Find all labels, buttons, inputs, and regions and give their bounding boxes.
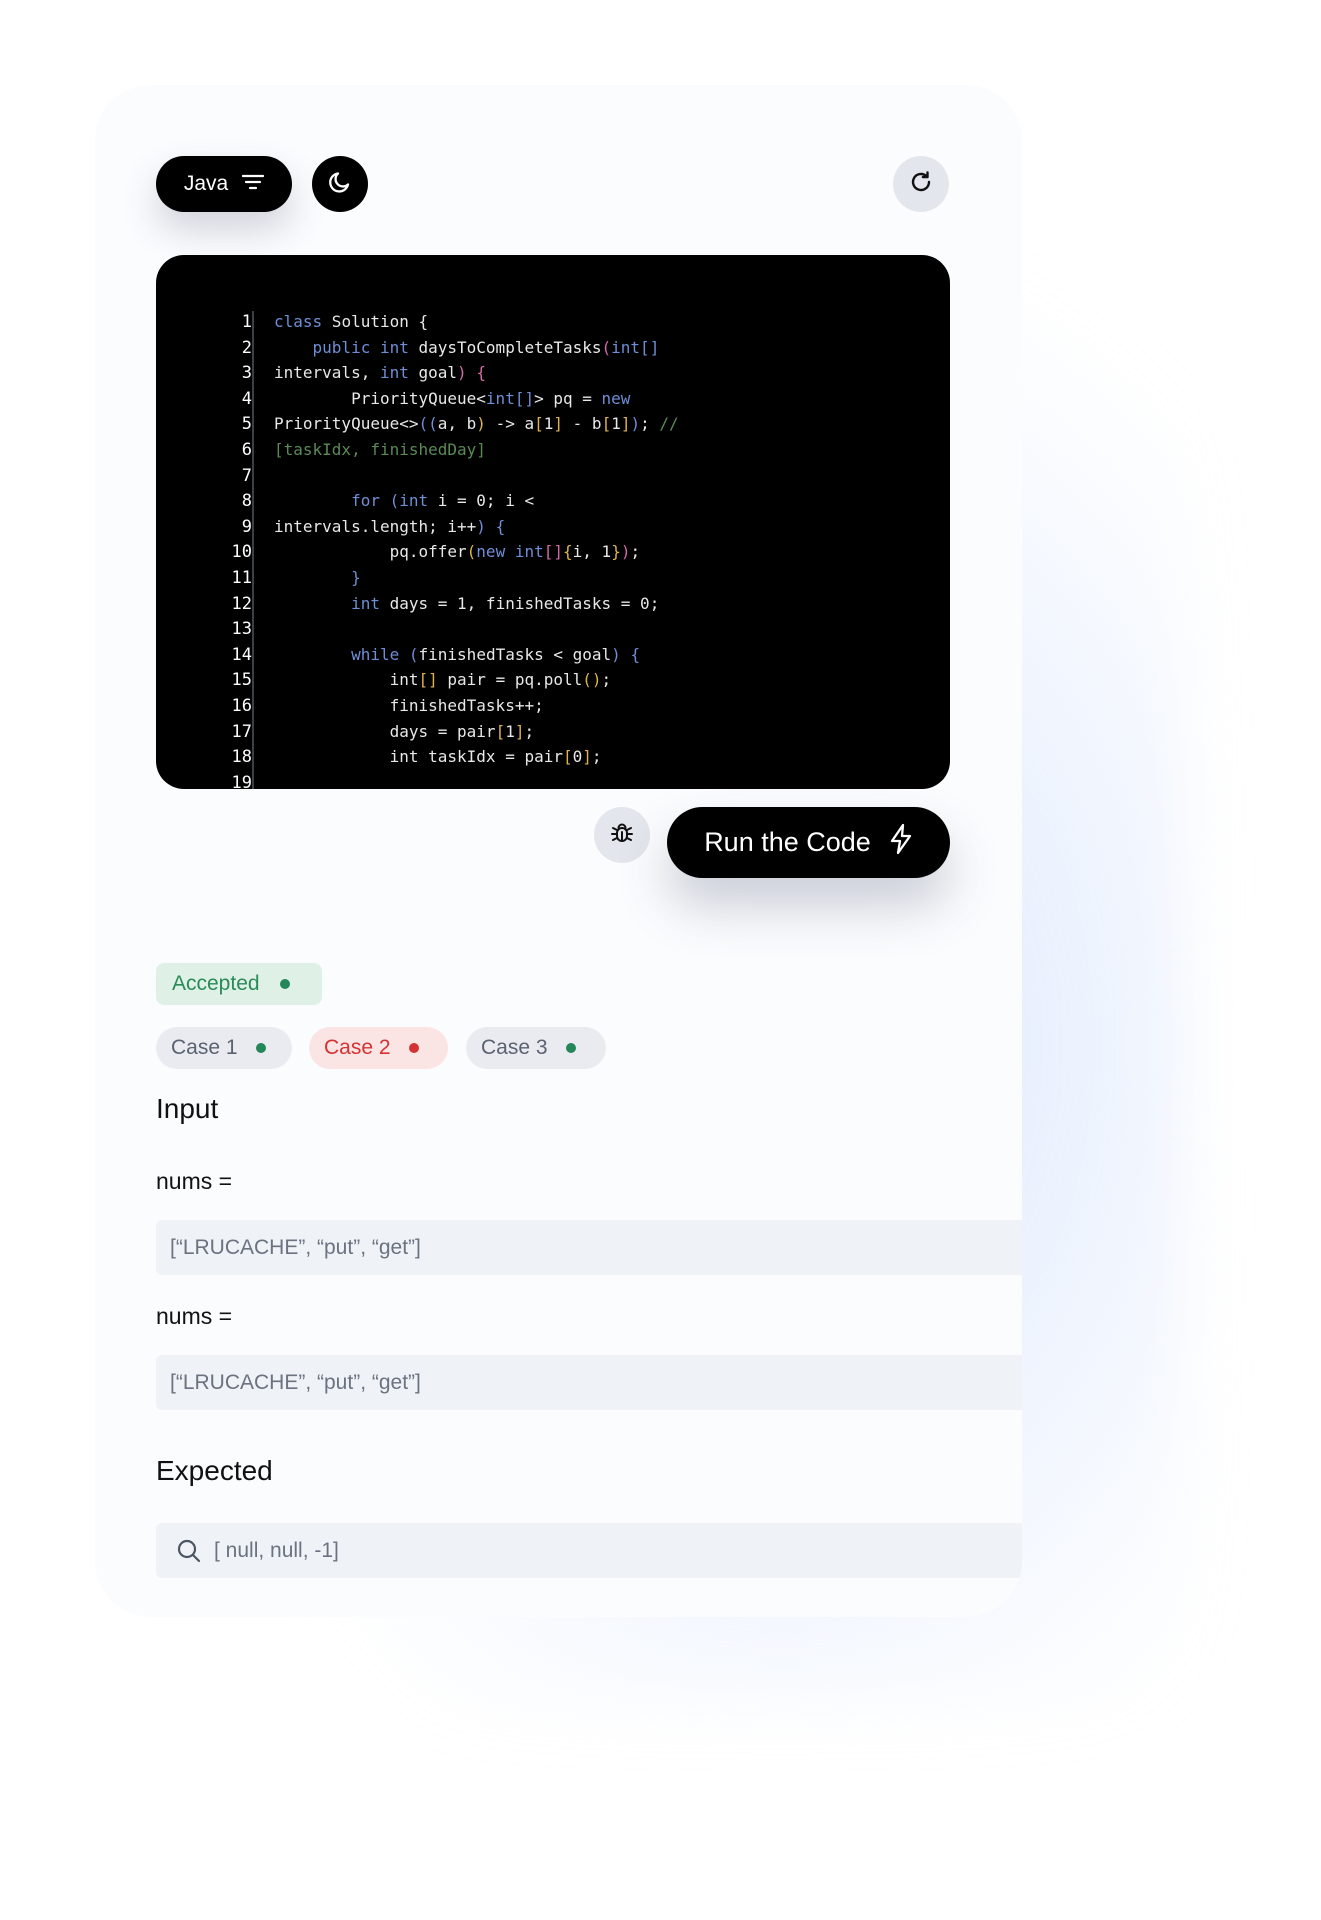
code-runner-card: Java 1 2 3 4 5 6 7 8 9 10 11 12 13 14 15 16 17 18 19 class…	[95, 85, 1022, 1617]
case-label: Case 1	[171, 1036, 238, 1059]
moon-icon	[327, 169, 353, 200]
filter-icon	[242, 172, 265, 196]
line-number: 17	[231, 721, 252, 742]
line-number: 16	[231, 695, 252, 716]
status-badge: Accepted	[156, 963, 322, 1005]
line-number: 5	[241, 414, 252, 435]
tab-case-3[interactable]: Case 3	[466, 1027, 606, 1069]
line-number: 10	[231, 542, 252, 563]
case-fail-dot	[408, 1043, 419, 1053]
line-number: 13	[231, 619, 252, 640]
status-dot	[279, 979, 290, 989]
refresh-icon	[908, 169, 934, 200]
field-label: nums =	[156, 1168, 233, 1194]
input-section-title: Input	[156, 1093, 219, 1124]
line-number: 3	[241, 363, 252, 384]
line-number: 12	[231, 593, 252, 614]
expected-value-field[interactable]: [ null, null, -1]	[156, 1523, 1022, 1578]
line-number: 6	[241, 439, 252, 460]
line-number: 4	[241, 388, 252, 409]
input-value-field[interactable]: [“LRUCACHE”, “put”, “get”]	[156, 1220, 1022, 1275]
code-content[interactable]: class Solution { public int daysToComple…	[274, 309, 934, 770]
field-label: nums =	[156, 1303, 233, 1329]
expected-value: [ null, null, -1]	[214, 1538, 339, 1562]
expected-section-title: Expected	[156, 1455, 273, 1486]
language-selector-button[interactable]: Java	[156, 156, 292, 212]
run-code-button[interactable]: Run the Code	[667, 807, 950, 878]
search-icon	[176, 1538, 202, 1564]
field-value: [“LRUCACHE”, “put”, “get”]	[170, 1235, 421, 1259]
line-number: 1	[241, 312, 252, 332]
case-pass-dot	[565, 1043, 576, 1053]
lightning-icon	[889, 823, 913, 862]
field-value: [“LRUCACHE”, “put”, “get”]	[170, 1370, 421, 1394]
tab-case-2[interactable]: Case 2	[309, 1027, 448, 1069]
line-number: 9	[241, 516, 252, 537]
line-number: 7	[241, 465, 252, 486]
case-label: Case 3	[481, 1036, 548, 1059]
line-number: 11	[231, 567, 252, 588]
debug-button[interactable]	[594, 807, 650, 863]
bug-icon	[609, 820, 635, 851]
run-label: Run the Code	[704, 827, 871, 857]
line-number: 2	[241, 337, 252, 358]
line-number: 19	[231, 772, 252, 789]
tab-case-1[interactable]: Case 1	[156, 1027, 292, 1069]
line-numbers: 1 2 3 4 5 6 7 8 9 10 11 12 13 14 15 16 17 18 19	[212, 310, 252, 789]
theme-toggle-button[interactable]	[312, 156, 368, 212]
line-number: 8	[241, 491, 252, 512]
refresh-button[interactable]	[893, 156, 949, 212]
gutter-divider	[252, 311, 254, 789]
language-label: Java	[183, 172, 229, 195]
input-value-field[interactable]: [“LRUCACHE”, “put”, “get”]	[156, 1355, 1022, 1410]
code-editor[interactable]: 1 2 3 4 5 6 7 8 9 10 11 12 13 14 15 16 17 18 19 class Solu…	[156, 255, 950, 789]
line-number: 14	[231, 644, 252, 665]
case-pass-dot	[255, 1043, 266, 1053]
line-number: 18	[231, 747, 252, 768]
status-label: Accepted	[172, 972, 260, 995]
case-label: Case 2	[324, 1036, 391, 1059]
line-number: 15	[231, 670, 252, 691]
